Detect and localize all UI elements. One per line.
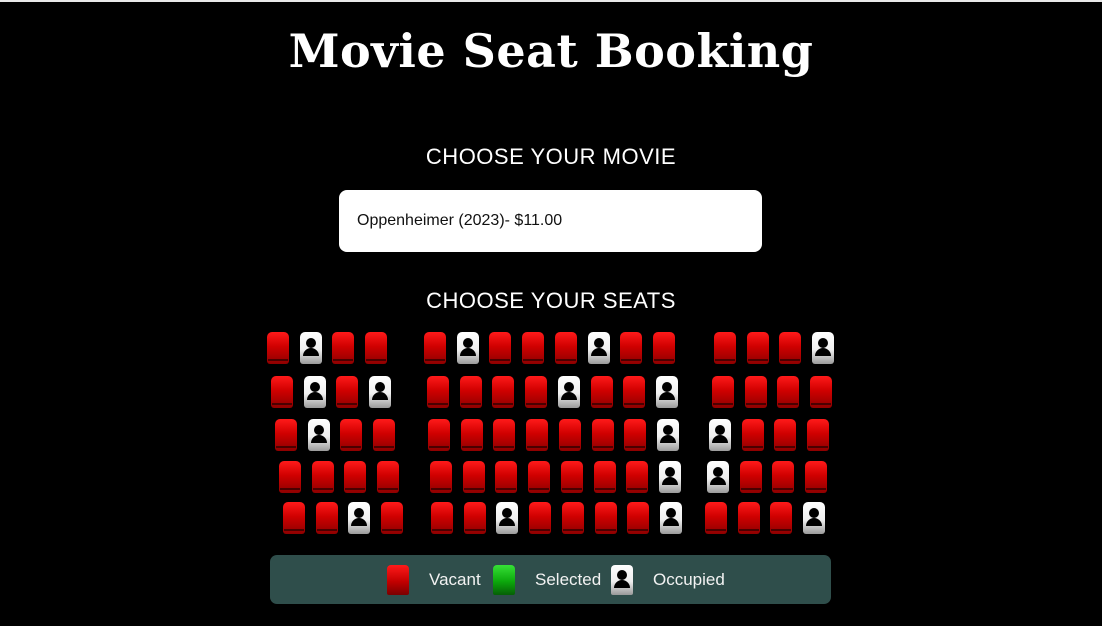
seat-right-r3-2[interactable] — [741, 419, 764, 451]
seat-left-r5-4[interactable] — [381, 502, 404, 534]
legend-selected-label: Selected — [535, 569, 602, 589]
seat-middle-r1-8[interactable] — [652, 332, 675, 364]
seat-middle-r3-8 — [656, 419, 679, 451]
seat-middle-r4-6[interactable] — [593, 461, 616, 493]
seat-middle-r5-5[interactable] — [561, 502, 584, 534]
seat-middle-r3-2[interactable] — [460, 419, 483, 451]
seat-left-r2-4 — [369, 376, 392, 408]
seat-middle-r2-5 — [557, 376, 580, 408]
seat-middle-r1-3[interactable] — [489, 332, 512, 364]
seat-left-r2-1[interactable] — [271, 376, 293, 408]
seat-left-r5-3 — [348, 502, 371, 534]
seat-middle-r3-3[interactable] — [493, 419, 516, 451]
seat-legend: Vacant Selected Occupied — [270, 555, 831, 604]
seat-left-r4-3[interactable] — [344, 461, 367, 493]
seat-middle-r1-5[interactable] — [554, 332, 577, 364]
seat-middle-r5-4[interactable] — [529, 502, 552, 534]
seat-middle-r5-7[interactable] — [627, 502, 650, 534]
legend-vacant-label: Vacant — [429, 569, 481, 589]
seat-middle-r5-2[interactable] — [463, 502, 486, 534]
seat-right-r2-4[interactable] — [810, 376, 833, 408]
seat-right-r1-3[interactable] — [779, 332, 802, 364]
seat-right-r5-2[interactable] — [737, 502, 760, 534]
seat-right-r4-3[interactable] — [772, 461, 795, 493]
seat-left-r4-4[interactable] — [377, 461, 400, 493]
selected-seat-icon — [493, 564, 515, 595]
seat-middle-r1-4[interactable] — [522, 332, 545, 364]
seat-left-r5-1[interactable] — [283, 502, 305, 534]
seat-middle-r4-3[interactable] — [495, 461, 518, 493]
seat-middle-r2-3[interactable] — [492, 376, 515, 408]
seat-left-r2-2 — [303, 376, 326, 408]
seat-middle-r5-3 — [496, 502, 519, 534]
seat-middle-r4-8 — [658, 461, 681, 493]
seat-middle-r5-8 — [659, 502, 682, 534]
seat-right-r4-2[interactable] — [739, 461, 762, 493]
seat-middle-r4-7[interactable] — [626, 461, 649, 493]
seat-right-r5-1[interactable] — [705, 502, 727, 534]
legend-occupied-label: Occupied — [653, 569, 725, 589]
seat-middle-r1-6 — [587, 332, 610, 364]
seat-map — [0, 0, 1102, 626]
seat-middle-r3-6[interactable] — [591, 419, 614, 451]
seat-left-r4-2[interactable] — [311, 461, 334, 493]
seat-middle-r3-7[interactable] — [624, 419, 647, 451]
seat-middle-r2-6[interactable] — [590, 376, 613, 408]
seat-right-r3-3[interactable] — [774, 419, 797, 451]
seat-right-r2-1[interactable] — [712, 376, 734, 408]
seat-middle-r2-7[interactable] — [623, 376, 646, 408]
seat-left-r2-3[interactable] — [336, 376, 359, 408]
seat-left-r1-1[interactable] — [267, 332, 289, 364]
seat-right-r2-2[interactable] — [744, 376, 767, 408]
seat-middle-r2-2[interactable] — [459, 376, 482, 408]
seat-middle-r3-5[interactable] — [558, 419, 581, 451]
occupied-seat-icon — [611, 564, 633, 595]
legend-selected: Selected — [493, 555, 601, 604]
seat-left-r1-3[interactable] — [332, 332, 355, 364]
seat-middle-r4-4[interactable] — [528, 461, 551, 493]
seat-middle-r4-1[interactable] — [430, 461, 452, 493]
legend-vacant: Vacant — [387, 555, 481, 604]
seat-right-r4-1 — [707, 461, 729, 493]
seat-right-r3-4[interactable] — [807, 419, 830, 451]
seat-left-r3-3[interactable] — [340, 419, 363, 451]
seat-middle-r1-7[interactable] — [620, 332, 643, 364]
legend-occupied: Occupied — [611, 555, 725, 604]
seat-middle-r3-1[interactable] — [428, 419, 450, 451]
seat-left-r3-1[interactable] — [275, 419, 297, 451]
seat-middle-r1-2 — [456, 332, 479, 364]
seat-middle-r3-4[interactable] — [526, 419, 549, 451]
seat-right-r1-1[interactable] — [714, 332, 736, 364]
seat-left-r4-1[interactable] — [279, 461, 301, 493]
seat-right-r5-3[interactable] — [770, 502, 793, 534]
seat-left-r3-4[interactable] — [373, 419, 396, 451]
seat-middle-r5-6[interactable] — [594, 502, 617, 534]
seat-left-r3-2 — [307, 419, 330, 451]
seat-middle-r2-4[interactable] — [525, 376, 548, 408]
seat-middle-r4-2[interactable] — [462, 461, 485, 493]
seat-middle-r5-1[interactable] — [431, 502, 453, 534]
seat-right-r2-3[interactable] — [777, 376, 800, 408]
seat-left-r1-4[interactable] — [365, 332, 388, 364]
seat-middle-r1-1[interactable] — [424, 332, 446, 364]
seat-right-r3-1 — [709, 419, 731, 451]
seat-middle-r2-1[interactable] — [427, 376, 449, 408]
seat-left-r1-2 — [299, 332, 322, 364]
seat-right-r1-2[interactable] — [746, 332, 769, 364]
seat-right-r4-4[interactable] — [805, 461, 828, 493]
seat-left-r5-2[interactable] — [315, 502, 338, 534]
vacant-seat-icon — [387, 564, 409, 595]
seat-middle-r4-5[interactable] — [560, 461, 583, 493]
seat-right-r5-4 — [803, 502, 826, 534]
seat-right-r1-4 — [812, 332, 835, 364]
seat-middle-r2-8 — [655, 376, 678, 408]
